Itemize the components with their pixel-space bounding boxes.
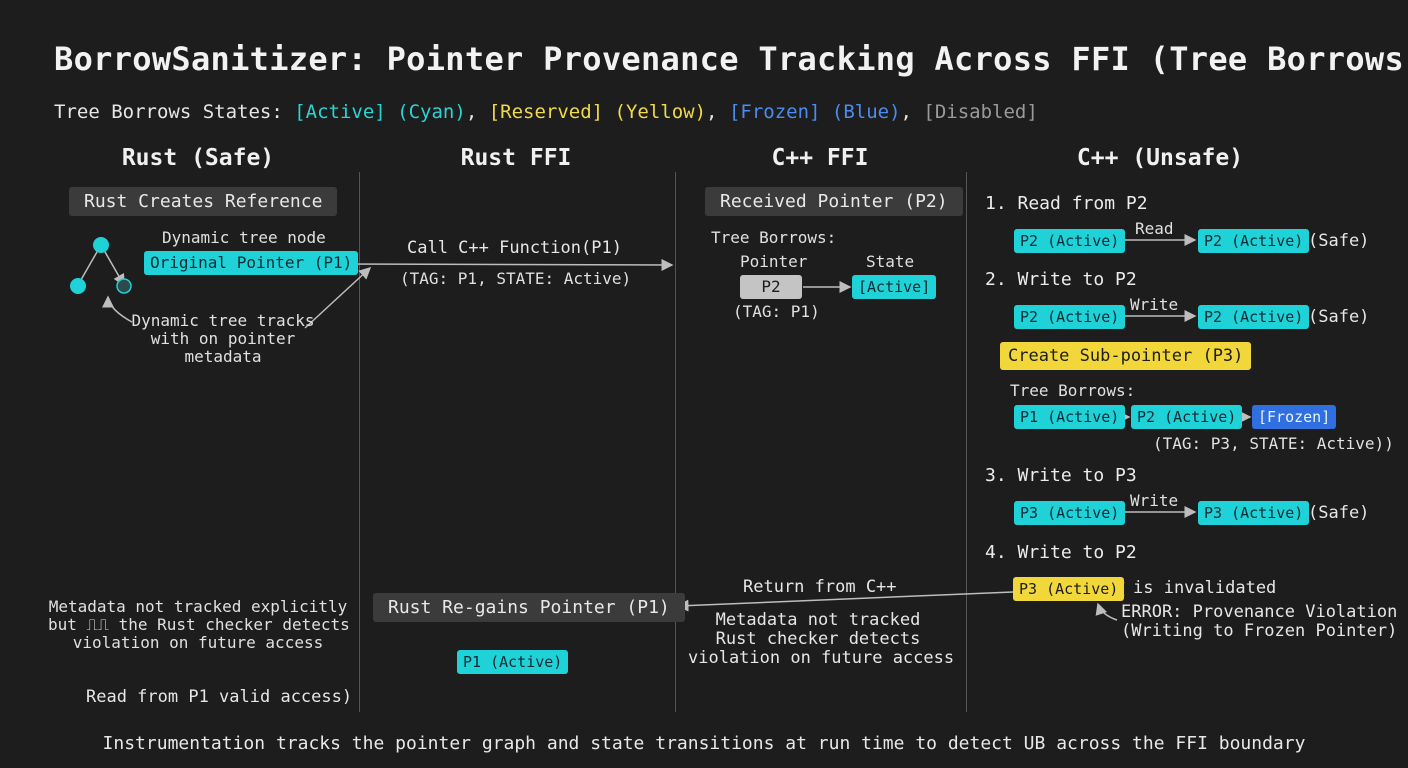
tree-child-node <box>116 278 132 294</box>
step-3-label: 3. Write to P3 <box>985 465 1137 486</box>
note-line: violation on future access <box>72 633 324 652</box>
active-state-chip: [Active] <box>852 275 937 299</box>
p1-active-chip: P1 (Active) <box>457 650 569 674</box>
tree-p1-chip: P1 (Active) <box>1014 405 1126 429</box>
original-pointer-chip: Original Pointer (P1) <box>144 251 359 275</box>
p3-active-invalid-chip: P3 (Active) <box>1013 577 1125 601</box>
safe-label: (Safe) <box>1308 503 1370 523</box>
note-line: violation on future access <box>688 648 955 668</box>
step-1-from-chip: P2 (Active) <box>1014 229 1126 253</box>
error-line: (Writing to Frozen Pointer) <box>1121 621 1398 641</box>
create-sub-pointer-box: Create Sub-pointer (P3) <box>1000 342 1252 370</box>
step-4-label: 4. Write to P2 <box>985 542 1137 563</box>
pointer-label: Pointer <box>740 252 808 271</box>
note-line: metadata <box>184 347 262 366</box>
error-message: ERROR: Provenance Violation (Writing to … <box>1121 603 1397 641</box>
note-line: Dynamic tree tracks <box>131 311 315 330</box>
safe-label: (Safe) <box>1308 307 1370 327</box>
note-line: with on pointer <box>150 329 296 348</box>
tree-borrows-label: Tree Borrows: <box>711 228 837 247</box>
call-tag-label: (TAG: P1, STATE: Active) <box>400 269 632 288</box>
tree-p2-chip: P2 (Active) <box>1131 405 1243 429</box>
call-arrow <box>332 258 674 271</box>
read-op-label: Read <box>1135 219 1174 238</box>
tree-borrows-label: Tree Borrows: <box>1010 381 1136 400</box>
tree-root-node <box>93 237 109 253</box>
metadata-note: Metadata not tracked explicitly but ⎍⎍ t… <box>48 597 350 652</box>
write-op-label: Write <box>1130 295 1179 314</box>
footer-caption: Instrumentation tracks the pointer graph… <box>102 733 1306 754</box>
return-label: Return from C++ <box>743 577 897 597</box>
tree-frozen-chip: [Frozen] <box>1252 405 1337 429</box>
note-line: but ⎍⎍ the Rust checker detects <box>48 615 350 634</box>
write-op-label: Write <box>1130 491 1179 510</box>
p3-tag-label: (TAG: P3, STATE: Active)) <box>1153 434 1394 453</box>
safe-label: (Safe) <box>1308 231 1370 251</box>
step-1-label: 1. Read from P2 <box>985 193 1148 214</box>
note-line: Rust checker detects <box>715 629 921 649</box>
tree-node-label: Dynamic tree node <box>162 228 326 247</box>
rust-regains-pointer-box: Rust Re-gains Pointer (P1) <box>373 593 685 622</box>
note-line: Metadata not tracked <box>715 610 921 630</box>
step-3-to-chip: P3 (Active) <box>1198 501 1310 525</box>
tree-child-node <box>70 278 86 294</box>
step-2-label: 2. Write to P2 <box>985 269 1137 290</box>
step-1-to-chip: P2 (Active) <box>1198 229 1310 253</box>
received-pointer-box: Received Pointer (P2) <box>705 187 963 216</box>
state-label: State <box>866 252 915 271</box>
read-valid-access: Read from P1 valid access) <box>86 687 353 707</box>
p2-chip: P2 <box>740 275 802 299</box>
return-note: Metadata not tracked Rust checker detect… <box>688 610 955 668</box>
step-3-from-chip: P3 (Active) <box>1014 501 1126 525</box>
error-arrow <box>1095 602 1118 621</box>
rust-creates-reference-box: Rust Creates Reference <box>69 187 338 216</box>
call-cpp-label: Call C++ Function(P1) <box>407 238 622 258</box>
invalidated-label: is invalidated <box>1133 578 1277 598</box>
p1-tag-label: (TAG: P1) <box>733 302 820 321</box>
error-line: ERROR: Provenance Violation <box>1121 602 1398 622</box>
tree-tracks-note: Dynamic tree tracks with on pointer meta… <box>128 312 318 366</box>
step-2-to-chip: P2 (Active) <box>1198 305 1310 329</box>
step-2-from-chip: P2 (Active) <box>1014 305 1126 329</box>
note-line: Metadata not tracked explicitly <box>48 597 348 616</box>
